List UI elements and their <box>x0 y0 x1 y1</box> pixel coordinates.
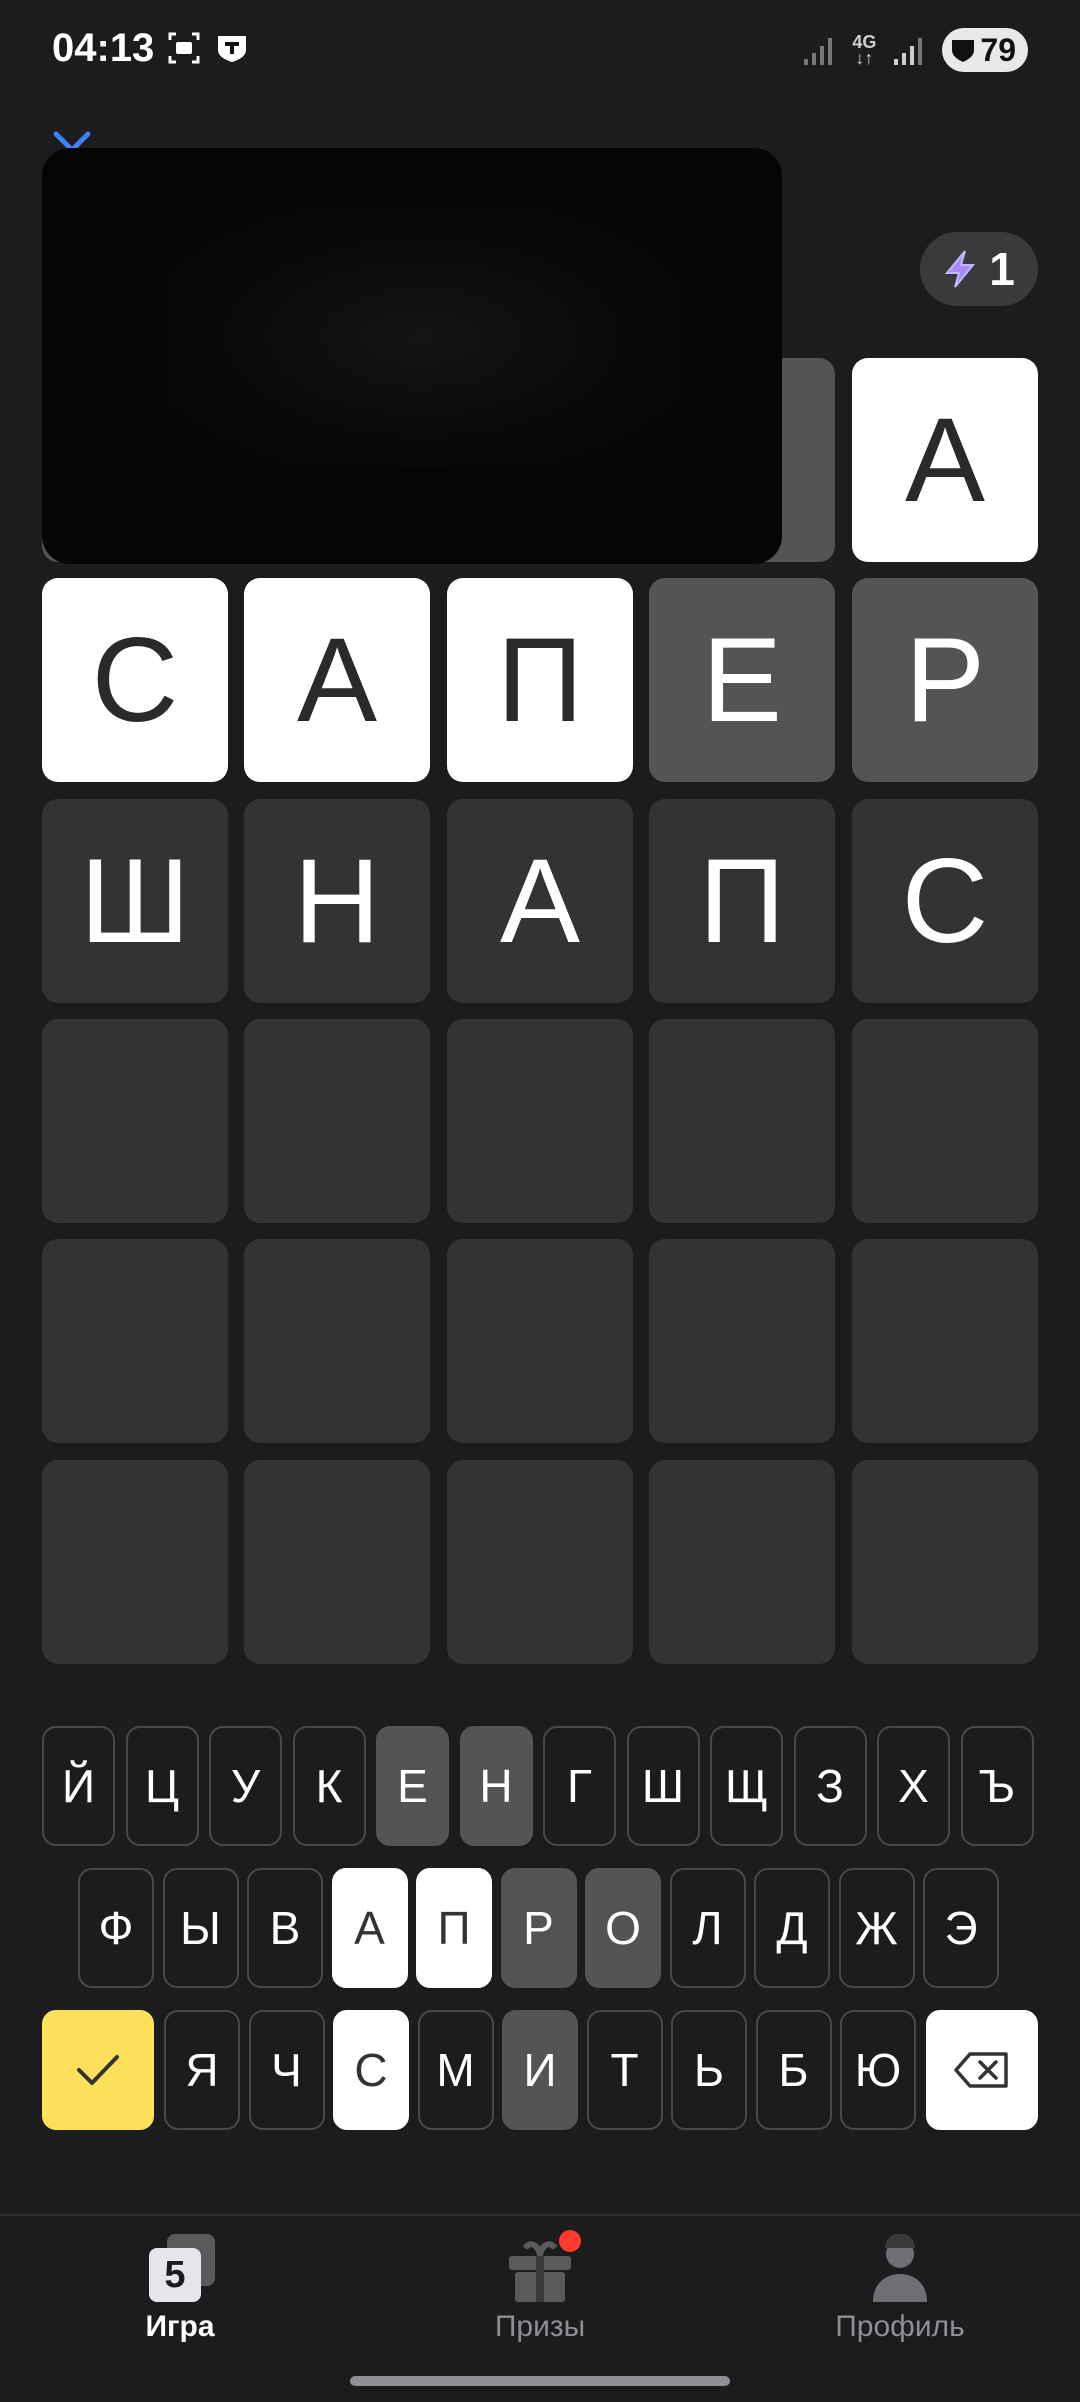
status-bar: 04:13 4G ↓↑ 79 <box>0 0 1080 100</box>
bottom-nav: 5 Игра Призы Профиль <box>0 2214 1080 2402</box>
board-tile <box>42 1239 228 1443</box>
key[interactable]: А <box>331 1868 408 1988</box>
video-overlay[interactable] <box>42 148 782 564</box>
key[interactable]: К <box>292 1726 366 1846</box>
signal-icon-2 <box>894 38 923 65</box>
key[interactable]: З <box>793 1726 867 1846</box>
key[interactable]: Э <box>923 1868 999 1988</box>
board-tile <box>42 1019 228 1223</box>
board-tile: А <box>447 799 633 1003</box>
signal-icon <box>804 38 833 65</box>
key[interactable]: Ц <box>125 1726 199 1846</box>
prizes-badge <box>559 2230 581 2252</box>
check-icon <box>77 2055 119 2085</box>
key[interactable]: Ь <box>671 2010 747 2130</box>
key[interactable]: Ы <box>162 1868 239 1988</box>
key[interactable]: Ъ <box>960 1726 1034 1846</box>
board-tile <box>852 1460 1038 1664</box>
backspace-icon <box>954 2052 1008 2088</box>
key[interactable]: В <box>247 1868 323 1988</box>
board-tile: Ш <box>42 799 228 1003</box>
key[interactable]: И <box>502 2010 578 2130</box>
board-row <box>42 1460 1038 1664</box>
board-tile <box>447 1460 633 1664</box>
key[interactable]: Я <box>164 2010 240 2130</box>
board-tile: С <box>42 578 228 782</box>
game-icon: 5 <box>145 2234 215 2304</box>
board-tile <box>447 1019 633 1223</box>
key[interactable]: У <box>209 1726 282 1846</box>
nav-item-profile[interactable]: Профиль <box>720 2216 1080 2366</box>
key[interactable]: Х <box>877 1726 950 1846</box>
nav-item-prizes[interactable]: Призы <box>360 2216 720 2366</box>
board-row: САПЕР <box>42 578 1038 782</box>
board-tile: А <box>244 578 430 782</box>
battery-indicator: 79 <box>942 28 1028 72</box>
energy-count: 1 <box>989 243 1015 295</box>
board-tile: Е <box>649 578 835 782</box>
key[interactable]: Ю <box>840 2010 916 2130</box>
lightning-icon <box>945 250 976 288</box>
battery-level: 79 <box>980 31 1016 68</box>
board-tile <box>852 1239 1038 1443</box>
video-frame <box>162 208 682 468</box>
screenshot-icon <box>168 32 200 64</box>
key[interactable]: Н <box>459 1726 533 1846</box>
key[interactable]: Д <box>754 1868 830 1988</box>
profile-icon <box>865 2233 935 2304</box>
board-tile: Н <box>244 799 430 1003</box>
nav-label-profile: Профиль <box>835 2310 965 2343</box>
key[interactable]: Ш <box>626 1726 700 1846</box>
board-row <box>42 1239 1038 1443</box>
key[interactable]: Е <box>376 1726 449 1846</box>
nav-item-game[interactable]: 5 Игра <box>0 2216 360 2366</box>
board-tile <box>447 1239 633 1443</box>
gift-icon <box>505 2230 581 2304</box>
nav-label-game: Игра <box>145 2310 215 2343</box>
energy-badge[interactable]: 1 <box>920 232 1038 306</box>
key[interactable]: О <box>585 1868 661 1988</box>
board-tile: Р <box>852 578 1038 782</box>
board-tile: А <box>852 358 1038 562</box>
home-indicator[interactable] <box>350 2376 730 2386</box>
key[interactable]: Щ <box>710 1726 783 1846</box>
backspace-button[interactable] <box>926 2010 1038 2130</box>
board-tile: П <box>649 799 835 1003</box>
key[interactable]: П <box>416 1868 492 1988</box>
board-row <box>42 1019 1038 1223</box>
network-type: 4G ↓↑ <box>852 32 877 68</box>
shield-app-icon <box>218 36 246 62</box>
board-tile: С <box>852 799 1038 1003</box>
key[interactable]: С <box>333 2010 409 2130</box>
board-tile <box>42 1460 228 1664</box>
status-time: 04:13 <box>52 26 155 70</box>
key[interactable]: Т <box>586 2010 663 2130</box>
enter-button[interactable] <box>42 2010 154 2130</box>
board-tile <box>852 1019 1038 1223</box>
board-tile <box>244 1019 430 1223</box>
key[interactable]: Ч <box>248 2010 325 2130</box>
key[interactable]: Л <box>669 1868 746 1988</box>
battery-saver-icon <box>952 40 975 62</box>
board-tile <box>244 1460 430 1664</box>
board-tile <box>649 1460 835 1664</box>
board-tile <box>649 1019 835 1223</box>
board-tile <box>649 1239 835 1443</box>
nav-label-prizes: Призы <box>494 2310 586 2343</box>
key[interactable]: М <box>417 2010 494 2130</box>
board-tile <box>244 1239 430 1443</box>
key[interactable]: Р <box>500 1868 577 1988</box>
board-tile: П <box>447 578 633 782</box>
key[interactable]: Ф <box>78 1868 154 1988</box>
key[interactable]: Й <box>42 1726 115 1846</box>
key[interactable]: Г <box>543 1726 616 1846</box>
key[interactable]: Б <box>755 2010 832 2130</box>
board-row: ШНАПС <box>42 799 1038 1003</box>
key[interactable]: Ж <box>838 1868 915 1988</box>
status-indicators: 4G ↓↑ 79 <box>802 28 1028 72</box>
